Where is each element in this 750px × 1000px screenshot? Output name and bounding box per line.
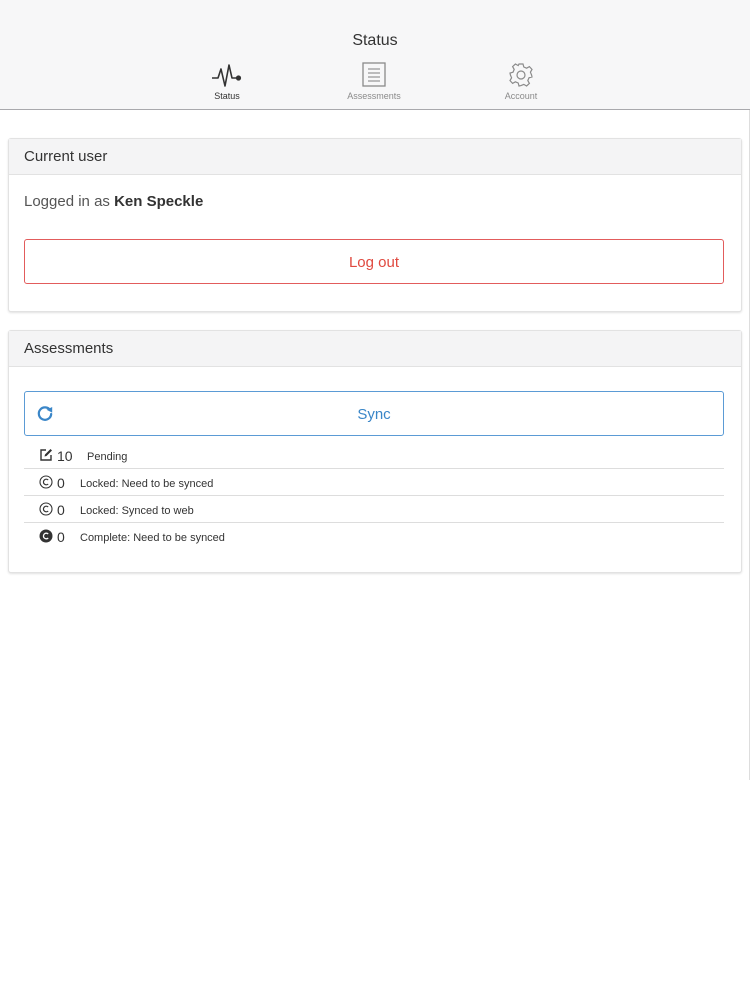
sync-label: Sync [357,406,391,423]
tab-status-label: Status [214,91,240,101]
status-label: Pending [87,451,128,463]
sync-button[interactable]: Sync [24,391,724,436]
copyright-icon [39,502,53,516]
status-label: Complete: Need to be synced [80,532,225,544]
logged-in-text: Logged in as Ken Speckle [24,193,203,210]
logged-in-prefix: Logged in as [24,193,110,210]
status-row-complete-need-sync: 0 Complete: Need to be synced [24,523,724,549]
app-window: Status Status Assessments Account Curren… [0,0,750,1000]
status-row-locked-need-sync: 0 Locked: Need to be synced [24,469,724,496]
status-label: Locked: Need to be synced [80,478,214,490]
current-user-heading: Current user [9,139,741,175]
tab-assessments-label: Assessments [347,91,401,101]
tab-account-label: Account [504,91,538,101]
tab-status[interactable]: Status [172,62,282,101]
status-count: 0 [57,529,65,545]
assessments-panel: Assessments Sync 10 Pending 0 Locked: Ne… [8,330,742,573]
assessments-heading: Assessments [9,331,741,367]
status-count: 10 [57,448,73,464]
page-title: Status [352,32,398,49]
status-count: 0 [57,502,65,518]
status-label: Locked: Synced to web [80,505,194,517]
status-row-locked-synced: 0 Locked: Synced to web [24,496,724,523]
logout-button[interactable]: Log out [24,239,724,284]
edit-icon [40,449,52,461]
complete-circle-icon [39,529,53,543]
status-count: 0 [57,475,65,491]
user-name: Ken Speckle [114,193,204,210]
tab-assessments[interactable]: Assessments [319,62,429,101]
refresh-icon [37,406,53,421]
tab-account[interactable]: Account [466,62,576,101]
current-user-panel: Current user Logged in as Ken Speckle Lo… [8,138,742,312]
document-icon [362,62,386,87]
status-list: 10 Pending 0 Locked: Need to be synced 0… [24,442,724,549]
gear-icon [509,63,533,87]
top-header: Status Status Assessments Account [0,0,750,110]
copyright-icon [39,475,53,489]
status-row-pending: 10 Pending [24,442,724,469]
pulse-icon [212,64,242,87]
logout-label: Log out [348,254,400,271]
